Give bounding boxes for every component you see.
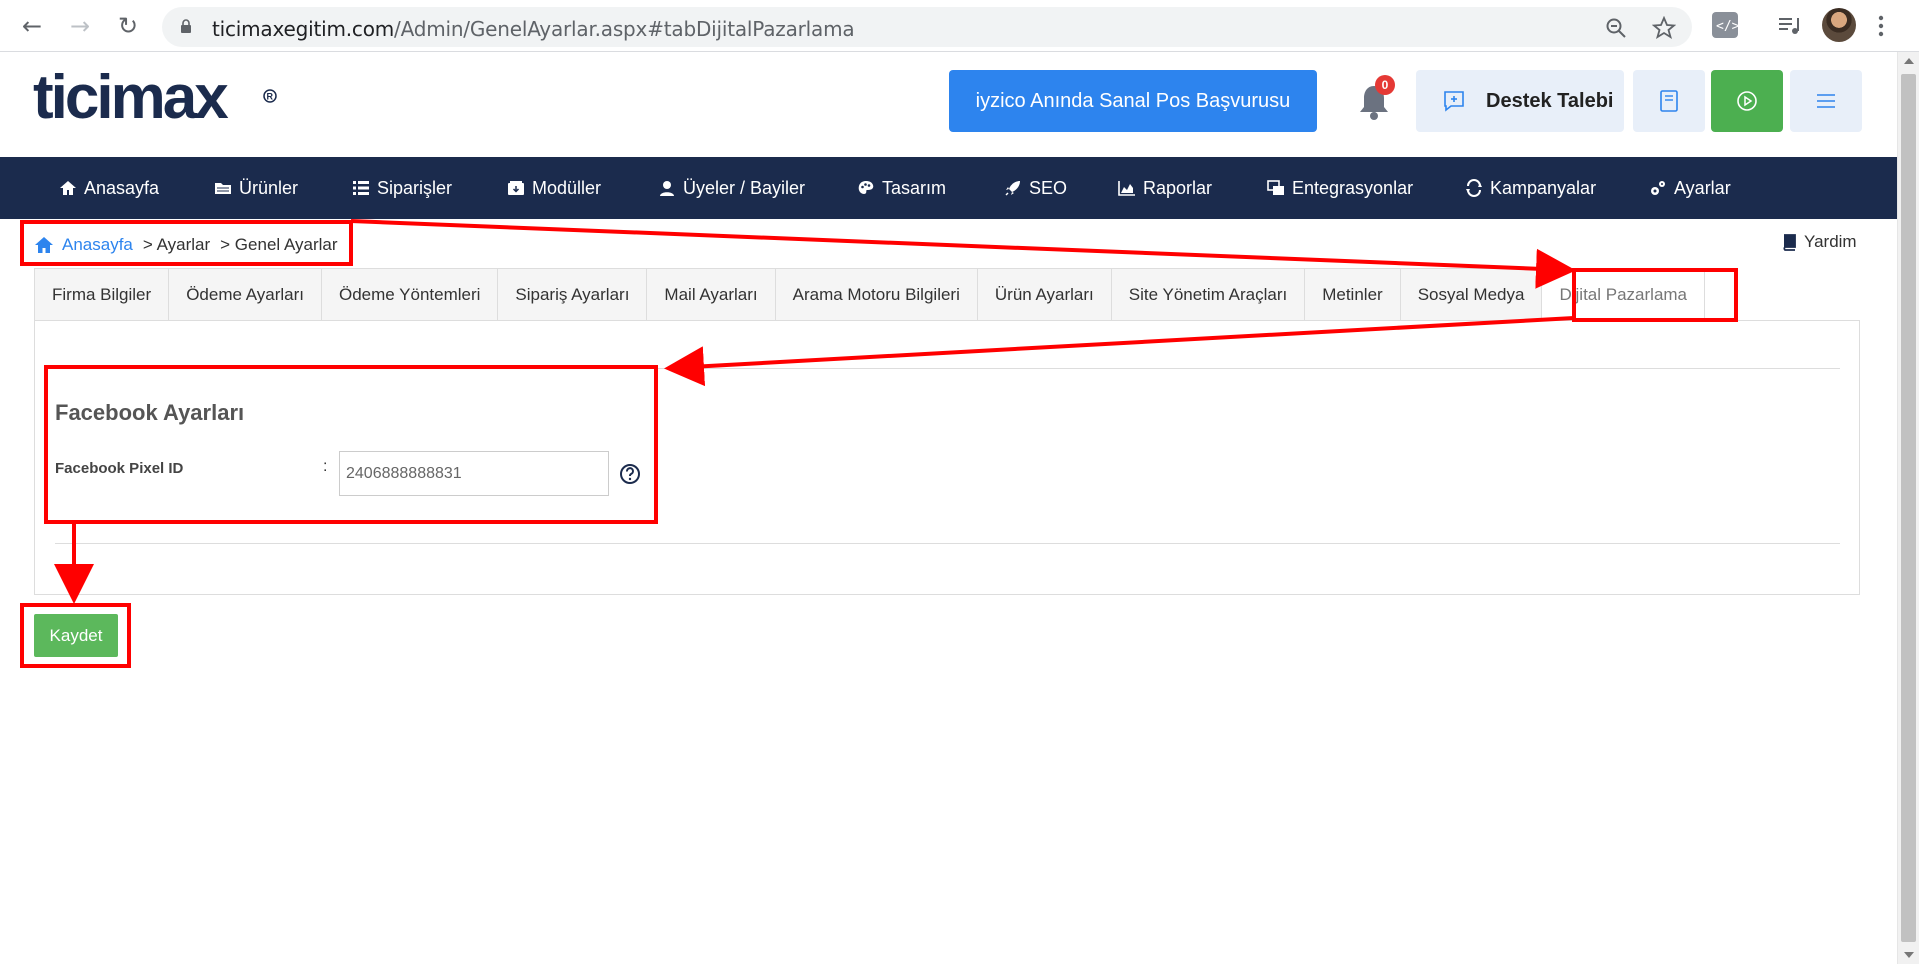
divider [55, 543, 1840, 544]
tab-dijital-pazarlama[interactable]: Dijital Pazarlama [1542, 268, 1706, 321]
cycle-icon [1466, 179, 1482, 197]
gears-icon [1651, 181, 1665, 195]
breadcrumb-ayarlar[interactable]: > Ayarlar [143, 235, 210, 255]
help-label: Yardim [1804, 232, 1857, 251]
url-text: ticimaxegitim.com/Admin/GenelAyarlar.asp… [212, 17, 855, 41]
arrow-to-tab [350, 219, 1576, 289]
nav-label: Kampanyalar [1490, 177, 1597, 198]
reload-icon[interactable]: ↻ [112, 10, 144, 42]
main-navigation: Anasayfa Ürünler Siparişler Modüller Üye… [0, 157, 1897, 219]
svg-text:ticimax: ticimax [33, 68, 229, 130]
browser-toolbar: ← → ↻ ticimaxegitim.com/Admin/GenelAyarl… [0, 0, 1919, 52]
tab-content-panel [34, 320, 1860, 595]
pixel-id-input[interactable] [339, 451, 609, 496]
nav-label: Tasarım [882, 177, 947, 198]
nav-label: Anasayfa [84, 177, 160, 198]
page-scrollbar[interactable] [1897, 52, 1919, 964]
user-icon [660, 181, 674, 196]
settings-tabs: Firma Bilgiler Ödeme Ayarları Ödeme Yönt… [34, 268, 1706, 321]
nav-item-uyeler[interactable]: Üyeler / Bayiler [657, 157, 805, 219]
nav-label: Siparişler [377, 177, 453, 198]
chat-plus-icon [1444, 91, 1464, 112]
nav-item-kampanyalar[interactable]: Kampanyalar [1464, 157, 1596, 219]
nav-label: Üyeler / Bayiler [683, 177, 806, 198]
rocket-icon [1005, 181, 1020, 196]
folder-icon [215, 183, 231, 194]
scroll-thumb[interactable] [1901, 74, 1916, 942]
nav-item-seo[interactable]: SEO [1003, 157, 1067, 219]
tab-site-yonetim-araclari[interactable]: Site Yönetim Araçları [1111, 268, 1306, 321]
box-icon [508, 181, 524, 195]
home-icon [60, 181, 76, 195]
nav-label: Ayarlar [1674, 177, 1731, 198]
help-link[interactable]: Yardim [1780, 232, 1857, 252]
section-title: Facebook Ayarları [55, 400, 245, 425]
svg-text:</>: </> [1716, 19, 1738, 34]
nav-label: Modüller [532, 177, 602, 198]
media-icon[interactable] [1776, 12, 1802, 38]
nav-item-raporlar[interactable]: Raporlar [1117, 157, 1212, 219]
docs-button[interactable] [1633, 70, 1705, 132]
extension-icon[interactable]: </> [1712, 12, 1740, 38]
book-icon [1660, 90, 1678, 112]
pixel-id-label: Facebook Pixel ID [55, 460, 184, 477]
support-request-label: Destek Talebi [1486, 89, 1614, 112]
svg-text:R: R [267, 92, 274, 102]
help-icon[interactable] [619, 463, 641, 485]
nav-item-ayarlar[interactable]: Ayarlar [1648, 157, 1731, 219]
breadcrumb: Anasayfa > Ayarlar > Genel Ayarlar [34, 232, 344, 258]
play-icon [1737, 91, 1757, 111]
tab-urun-ayarlari[interactable]: Ürün Ayarları [977, 268, 1112, 321]
nav-item-entegrasyonlar[interactable]: Entegrasyonlar [1266, 157, 1413, 219]
nav-item-anasayfa[interactable]: Anasayfa [58, 157, 159, 219]
tab-firma-bilgiler[interactable]: Firma Bilgiler [34, 268, 170, 321]
avatar[interactable] [1822, 8, 1856, 42]
list-icon [353, 181, 369, 195]
play-button[interactable] [1711, 70, 1783, 132]
book-icon [1783, 234, 1796, 251]
nav-label: Ürünler [239, 177, 299, 198]
tab-odeme-ayarlari[interactable]: Ödeme Ayarları [169, 268, 322, 321]
tab-odeme-yontemleri[interactable]: Ödeme Yöntemleri [321, 268, 499, 321]
chart-icon [1118, 181, 1135, 196]
home-icon[interactable] [34, 236, 54, 254]
hamburger-icon [1817, 94, 1835, 108]
label-colon: : [323, 458, 328, 475]
support-request-button[interactable]: Destek Talebi [1416, 70, 1624, 132]
scroll-up-icon[interactable] [1904, 58, 1914, 64]
palette-icon [858, 181, 874, 194]
tab-metinler[interactable]: Metinler [1305, 268, 1401, 321]
windows-icon [1267, 180, 1284, 195]
tab-siparis-ayarlari[interactable]: Sipariş Ayarları [498, 268, 648, 321]
nav-label: Entegrasyonlar [1292, 177, 1414, 198]
tab-sosyal-medya[interactable]: Sosyal Medya [1400, 268, 1543, 321]
save-button[interactable]: Kaydet [34, 614, 118, 657]
scroll-down-icon[interactable] [1904, 952, 1914, 958]
lock-icon [181, 19, 191, 33]
tab-arama-motoru-bilgileri[interactable]: Arama Motoru Bilgileri [775, 268, 978, 321]
nav-label: SEO [1029, 177, 1068, 198]
hamburger-button[interactable] [1790, 70, 1862, 132]
tab-mail-ayarlari[interactable]: Mail Ayarları [647, 268, 776, 321]
zoom-icon[interactable] [1604, 16, 1628, 40]
ticimax-logo[interactable]: ticimax R [33, 68, 283, 130]
star-icon[interactable] [1652, 16, 1676, 40]
nav-label: Raporlar [1143, 177, 1213, 198]
back-icon[interactable]: ← [16, 10, 48, 42]
forward-icon[interactable]: → [64, 10, 96, 42]
breadcrumb-genel-ayarlar: > Genel Ayarlar [220, 235, 338, 254]
nav-item-tasarim[interactable]: Tasarım [856, 157, 946, 219]
nav-item-siparisler[interactable]: Siparişler [351, 157, 452, 219]
nav-item-moduller[interactable]: Modüller [506, 157, 601, 219]
breadcrumb-home[interactable]: Anasayfa [62, 235, 133, 255]
divider [55, 368, 1840, 369]
nav-item-urunler[interactable]: Ürünler [213, 157, 298, 219]
menu-icon[interactable] [1876, 10, 1886, 42]
iyzico-pos-button[interactable]: iyzico Anında Sanal Pos Başvurusu [949, 70, 1317, 132]
notification-badge: 0 [1375, 75, 1395, 95]
address-bar[interactable]: ticimaxegitim.com/Admin/GenelAyarlar.asp… [162, 7, 1692, 47]
